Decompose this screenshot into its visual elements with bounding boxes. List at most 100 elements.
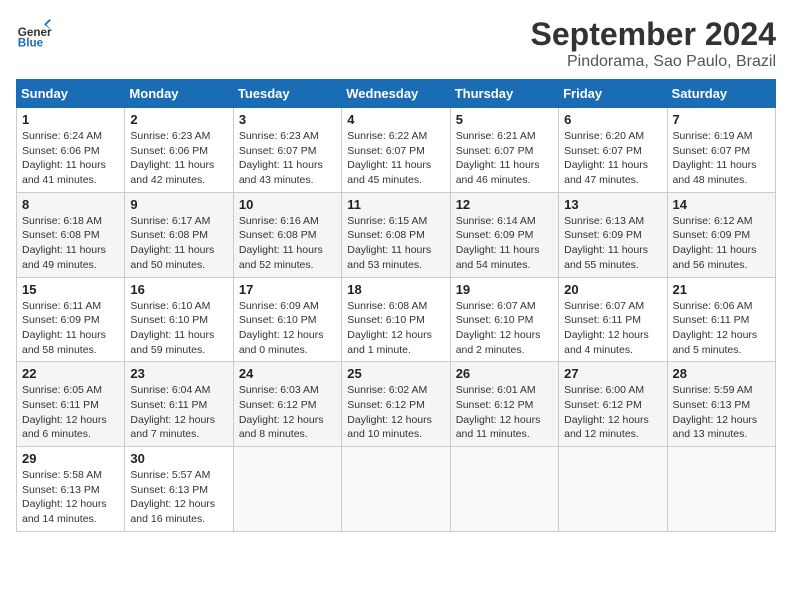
day-info: Sunrise: 6:05 AM Sunset: 6:11 PM Dayligh… — [22, 383, 119, 442]
day-number: 3 — [239, 112, 336, 127]
day-number: 11 — [347, 197, 444, 212]
calendar-cell: 9 Sunrise: 6:17 AM Sunset: 6:08 PM Dayli… — [125, 192, 233, 277]
calendar-cell: 29 Sunrise: 5:58 AM Sunset: 6:13 PM Dayl… — [17, 447, 125, 532]
day-number: 16 — [130, 282, 227, 297]
day-of-week-header: Saturday — [667, 80, 775, 108]
day-info: Sunrise: 6:15 AM Sunset: 6:08 PM Dayligh… — [347, 214, 444, 273]
calendar-cell: 13 Sunrise: 6:13 AM Sunset: 6:09 PM Dayl… — [559, 192, 667, 277]
day-number: 28 — [673, 366, 770, 381]
day-number: 5 — [456, 112, 553, 127]
day-number: 19 — [456, 282, 553, 297]
calendar-cell — [667, 447, 775, 532]
day-number: 24 — [239, 366, 336, 381]
day-info: Sunrise: 6:23 AM Sunset: 6:06 PM Dayligh… — [130, 129, 227, 188]
day-info: Sunrise: 6:14 AM Sunset: 6:09 PM Dayligh… — [456, 214, 553, 273]
day-number: 18 — [347, 282, 444, 297]
calendar-cell: 4 Sunrise: 6:22 AM Sunset: 6:07 PM Dayli… — [342, 108, 450, 193]
day-number: 15 — [22, 282, 119, 297]
calendar-cell: 22 Sunrise: 6:05 AM Sunset: 6:11 PM Dayl… — [17, 362, 125, 447]
calendar-cell: 14 Sunrise: 6:12 AM Sunset: 6:09 PM Dayl… — [667, 192, 775, 277]
calendar-cell: 27 Sunrise: 6:00 AM Sunset: 6:12 PM Dayl… — [559, 362, 667, 447]
calendar-cell: 17 Sunrise: 6:09 AM Sunset: 6:10 PM Dayl… — [233, 277, 341, 362]
calendar-week-row: 22 Sunrise: 6:05 AM Sunset: 6:11 PM Dayl… — [17, 362, 776, 447]
calendar-cell: 30 Sunrise: 5:57 AM Sunset: 6:13 PM Dayl… — [125, 447, 233, 532]
day-info: Sunrise: 6:18 AM Sunset: 6:08 PM Dayligh… — [22, 214, 119, 273]
month-title: September 2024 — [531, 16, 776, 53]
day-info: Sunrise: 6:12 AM Sunset: 6:09 PM Dayligh… — [673, 214, 770, 273]
calendar-cell: 10 Sunrise: 6:16 AM Sunset: 6:08 PM Dayl… — [233, 192, 341, 277]
day-info: Sunrise: 6:07 AM Sunset: 6:11 PM Dayligh… — [564, 299, 661, 358]
day-info: Sunrise: 6:02 AM Sunset: 6:12 PM Dayligh… — [347, 383, 444, 442]
day-info: Sunrise: 6:00 AM Sunset: 6:12 PM Dayligh… — [564, 383, 661, 442]
day-info: Sunrise: 6:19 AM Sunset: 6:07 PM Dayligh… — [673, 129, 770, 188]
day-of-week-header: Sunday — [17, 80, 125, 108]
day-info: Sunrise: 6:17 AM Sunset: 6:08 PM Dayligh… — [130, 214, 227, 273]
day-number: 29 — [22, 451, 119, 466]
day-info: Sunrise: 6:11 AM Sunset: 6:09 PM Dayligh… — [22, 299, 119, 358]
day-number: 7 — [673, 112, 770, 127]
day-number: 6 — [564, 112, 661, 127]
calendar-cell: 28 Sunrise: 5:59 AM Sunset: 6:13 PM Dayl… — [667, 362, 775, 447]
day-number: 13 — [564, 197, 661, 212]
day-of-week-header: Monday — [125, 80, 233, 108]
day-info: Sunrise: 6:03 AM Sunset: 6:12 PM Dayligh… — [239, 383, 336, 442]
day-info: Sunrise: 6:10 AM Sunset: 6:10 PM Dayligh… — [130, 299, 227, 358]
day-info: Sunrise: 6:07 AM Sunset: 6:10 PM Dayligh… — [456, 299, 553, 358]
day-info: Sunrise: 5:58 AM Sunset: 6:13 PM Dayligh… — [22, 468, 119, 527]
day-of-week-header: Tuesday — [233, 80, 341, 108]
day-info: Sunrise: 6:20 AM Sunset: 6:07 PM Dayligh… — [564, 129, 661, 188]
calendar-week-row: 15 Sunrise: 6:11 AM Sunset: 6:09 PM Dayl… — [17, 277, 776, 362]
calendar-cell: 3 Sunrise: 6:23 AM Sunset: 6:07 PM Dayli… — [233, 108, 341, 193]
calendar-cell: 25 Sunrise: 6:02 AM Sunset: 6:12 PM Dayl… — [342, 362, 450, 447]
calendar-cell: 5 Sunrise: 6:21 AM Sunset: 6:07 PM Dayli… — [450, 108, 558, 193]
calendar-cell: 6 Sunrise: 6:20 AM Sunset: 6:07 PM Dayli… — [559, 108, 667, 193]
title-block: September 2024 Pindorama, Sao Paulo, Bra… — [531, 16, 776, 71]
calendar-cell: 2 Sunrise: 6:23 AM Sunset: 6:06 PM Dayli… — [125, 108, 233, 193]
logo: General Blue — [16, 16, 52, 52]
day-number: 25 — [347, 366, 444, 381]
calendar-cell: 16 Sunrise: 6:10 AM Sunset: 6:10 PM Dayl… — [125, 277, 233, 362]
calendar-cell: 21 Sunrise: 6:06 AM Sunset: 6:11 PM Dayl… — [667, 277, 775, 362]
calendar-cell: 8 Sunrise: 6:18 AM Sunset: 6:08 PM Dayli… — [17, 192, 125, 277]
calendar-cell — [233, 447, 341, 532]
calendar-cell: 15 Sunrise: 6:11 AM Sunset: 6:09 PM Dayl… — [17, 277, 125, 362]
day-info: Sunrise: 6:22 AM Sunset: 6:07 PM Dayligh… — [347, 129, 444, 188]
calendar-cell: 24 Sunrise: 6:03 AM Sunset: 6:12 PM Dayl… — [233, 362, 341, 447]
day-number: 17 — [239, 282, 336, 297]
day-info: Sunrise: 6:23 AM Sunset: 6:07 PM Dayligh… — [239, 129, 336, 188]
calendar-cell: 23 Sunrise: 6:04 AM Sunset: 6:11 PM Dayl… — [125, 362, 233, 447]
day-info: Sunrise: 6:06 AM Sunset: 6:11 PM Dayligh… — [673, 299, 770, 358]
day-info: Sunrise: 6:04 AM Sunset: 6:11 PM Dayligh… — [130, 383, 227, 442]
day-info: Sunrise: 6:21 AM Sunset: 6:07 PM Dayligh… — [456, 129, 553, 188]
day-of-week-header: Wednesday — [342, 80, 450, 108]
day-of-week-header: Thursday — [450, 80, 558, 108]
day-number: 2 — [130, 112, 227, 127]
day-number: 10 — [239, 197, 336, 212]
day-number: 8 — [22, 197, 119, 212]
day-info: Sunrise: 5:59 AM Sunset: 6:13 PM Dayligh… — [673, 383, 770, 442]
calendar-cell — [559, 447, 667, 532]
day-number: 20 — [564, 282, 661, 297]
calendar-week-row: 8 Sunrise: 6:18 AM Sunset: 6:08 PM Dayli… — [17, 192, 776, 277]
day-number: 9 — [130, 197, 227, 212]
svg-text:Blue: Blue — [18, 37, 44, 50]
day-number: 4 — [347, 112, 444, 127]
calendar-cell: 11 Sunrise: 6:15 AM Sunset: 6:08 PM Dayl… — [342, 192, 450, 277]
day-number: 27 — [564, 366, 661, 381]
day-info: Sunrise: 6:08 AM Sunset: 6:10 PM Dayligh… — [347, 299, 444, 358]
page-header: General Blue September 2024 Pindorama, S… — [16, 16, 776, 71]
calendar-week-row: 29 Sunrise: 5:58 AM Sunset: 6:13 PM Dayl… — [17, 447, 776, 532]
day-info: Sunrise: 6:09 AM Sunset: 6:10 PM Dayligh… — [239, 299, 336, 358]
calendar-cell — [450, 447, 558, 532]
calendar-cell — [342, 447, 450, 532]
day-info: Sunrise: 6:24 AM Sunset: 6:06 PM Dayligh… — [22, 129, 119, 188]
calendar-cell: 20 Sunrise: 6:07 AM Sunset: 6:11 PM Dayl… — [559, 277, 667, 362]
calendar-cell: 7 Sunrise: 6:19 AM Sunset: 6:07 PM Dayli… — [667, 108, 775, 193]
day-number: 14 — [673, 197, 770, 212]
day-info: Sunrise: 6:13 AM Sunset: 6:09 PM Dayligh… — [564, 214, 661, 273]
day-number: 26 — [456, 366, 553, 381]
calendar-header-row: SundayMondayTuesdayWednesdayThursdayFrid… — [17, 80, 776, 108]
location-subtitle: Pindorama, Sao Paulo, Brazil — [531, 53, 776, 71]
logo-icon: General Blue — [16, 16, 52, 52]
calendar-cell: 1 Sunrise: 6:24 AM Sunset: 6:06 PM Dayli… — [17, 108, 125, 193]
